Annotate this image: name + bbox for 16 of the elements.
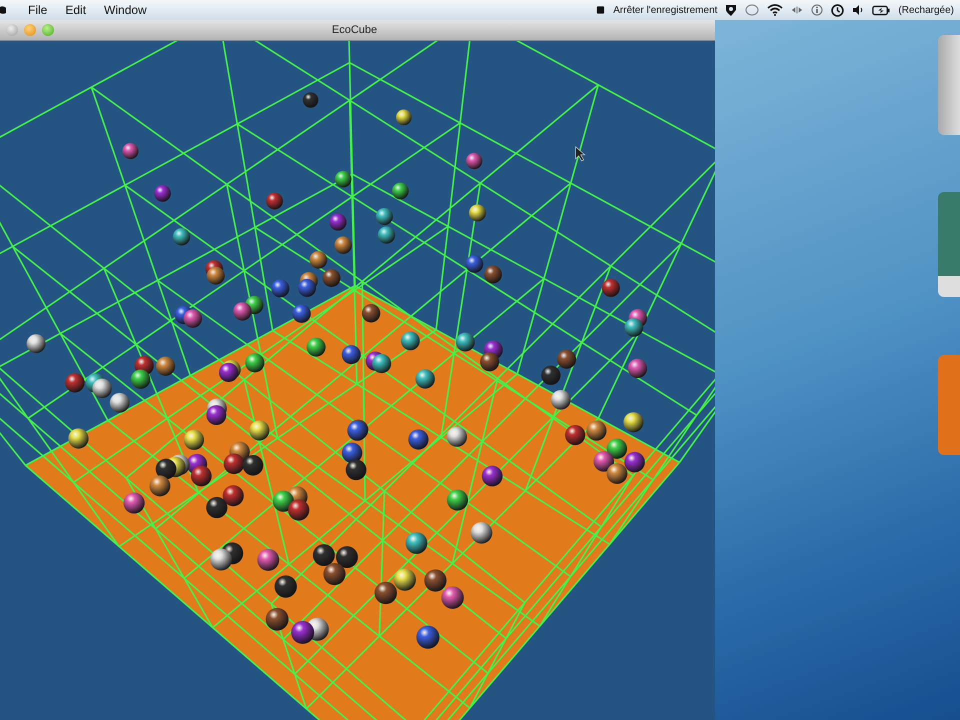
menu-item[interactable]: Window	[104, 3, 147, 17]
circle-icon[interactable]	[745, 4, 760, 16]
battery-icon[interactable]	[872, 4, 890, 16]
shield-icon[interactable]	[725, 4, 738, 16]
info-icon[interactable]	[811, 4, 824, 16]
mouse-pointer-icon	[575, 146, 586, 162]
wifi-icon[interactable]	[767, 4, 784, 16]
menu-item[interactable]: File	[28, 3, 48, 17]
speaker-icon[interactable]	[852, 4, 864, 16]
arrows-icon[interactable]	[791, 5, 804, 15]
menu-item[interactable]: Edit	[65, 3, 86, 17]
clock-icon[interactable]	[831, 4, 844, 16]
battery-status-label[interactable]: (Rechargée)	[898, 4, 954, 16]
stop-icon[interactable]	[596, 5, 606, 15]
window-title: EcoCube	[330, 24, 378, 36]
stop-recording-label[interactable]: Arrêter l'enregistrement	[613, 4, 718, 16]
